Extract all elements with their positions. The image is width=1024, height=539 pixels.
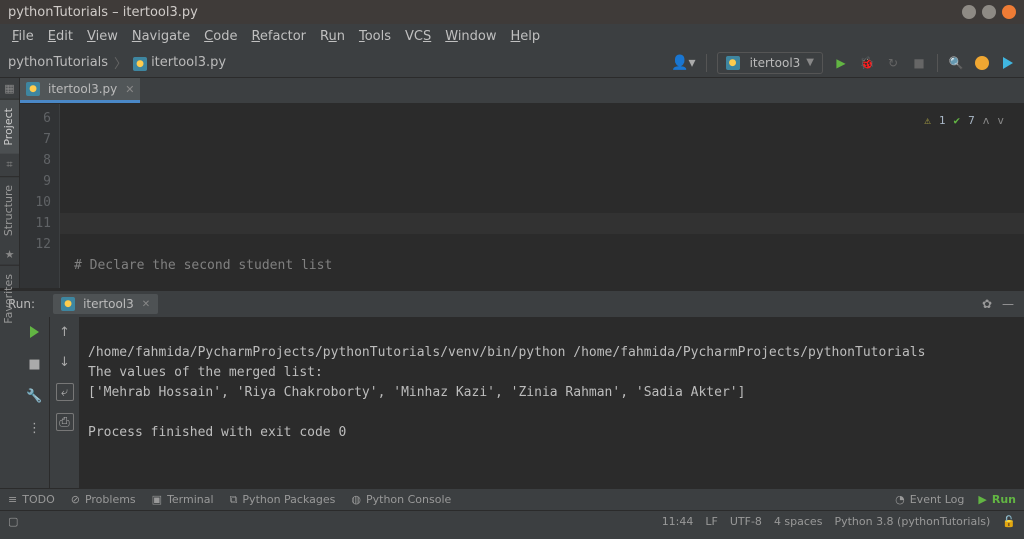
menu-window[interactable]: Window [439, 27, 502, 46]
line-number-gutter: 6789101112 [20, 104, 60, 288]
file-encoding[interactable]: UTF-8 [730, 515, 762, 528]
breadcrumb: pythonTutorials 〉 ●itertool3.py [8, 53, 226, 72]
chevron-down-icon: ▼ [806, 57, 814, 68]
run-hide-icon[interactable]: — [1002, 297, 1014, 311]
window-title: pythonTutorials – itertool3.py [8, 5, 198, 20]
interpreter-widget[interactable]: Python 3.8 (pythonTutorials) [834, 515, 990, 528]
next-highlight-icon[interactable]: v [997, 110, 1004, 131]
speech-bubble-icon: ◔ [895, 493, 905, 506]
run-action-gutter: ■ 🔧 ⋮ [20, 317, 50, 488]
run-button[interactable]: ▶ [833, 55, 849, 71]
problems-tool-button[interactable]: ⊘Problems [71, 493, 136, 506]
menu-help[interactable]: Help [505, 27, 547, 46]
toolbar-separator [937, 54, 938, 72]
run-tool-button[interactable]: ▶Run [978, 493, 1016, 506]
tool-window-toggle-icon[interactable]: ▢ [8, 515, 18, 528]
window-close-button[interactable] [1002, 5, 1016, 19]
menu-vcs[interactable]: VCS [399, 27, 437, 46]
checkmark-icon: ✔ [954, 110, 961, 131]
todo-tool-button[interactable]: ≡TODO [8, 493, 55, 506]
python-file-icon: ● [26, 82, 40, 96]
editor-tab-bar: ● itertool3.py ✕ [20, 78, 1024, 104]
menu-refactor[interactable]: Refactor [245, 27, 312, 46]
toolbar-separator [706, 54, 707, 72]
run-icon: ▶ [978, 493, 986, 506]
run-header: Run: ● itertool3 ✕ ✿ — [0, 291, 1024, 317]
menu-edit[interactable]: Edit [42, 27, 79, 46]
breadcrumb-project[interactable]: pythonTutorials [8, 55, 108, 70]
help-button[interactable] [974, 55, 990, 71]
console-output[interactable]: /home/fahmida/PycharmProjects/pythonTuto… [80, 317, 1024, 488]
run-config-name: itertool3 [750, 56, 801, 70]
search-everywhere-button[interactable]: 🔍 [948, 55, 964, 71]
lock-icon[interactable]: 🔓 [1002, 515, 1016, 528]
run-anything-button[interactable] [1000, 55, 1016, 71]
terminal-icon: ▣ [152, 493, 162, 506]
menu-bar: File Edit View Navigate Code Refactor Ru… [0, 24, 1024, 48]
inspection-widget[interactable]: ⚠1 ✔7 ʌ v [924, 110, 1004, 131]
prev-highlight-icon[interactable]: ʌ [983, 110, 990, 131]
menu-run[interactable]: Run [314, 27, 351, 46]
run-tool-window: Run: ● itertool3 ✕ ✿ — ■ 🔧 ⋮ ↑ ↓ ⤶ ⎙ /ho… [0, 288, 1024, 488]
python-file-icon: ● [726, 56, 740, 70]
python-console-tool-button[interactable]: ◍Python Console [351, 493, 451, 506]
python-icon: ◍ [351, 493, 361, 506]
project-tool-icon[interactable]: ▦ [0, 78, 19, 99]
window-titlebar: pythonTutorials – itertool3.py [0, 0, 1024, 24]
editor-tab-itertool3[interactable]: ● itertool3.py ✕ [20, 78, 140, 103]
run-tab-itertool3[interactable]: ● itertool3 ✕ [53, 294, 158, 314]
breadcrumb-file[interactable]: ●itertool3.py [133, 55, 226, 71]
run-output-gutter: ↑ ↓ ⤶ ⎙ [50, 317, 80, 488]
alert-icon: ⊘ [71, 493, 80, 506]
vertical-dots-icon[interactable]: ⋮ [26, 419, 44, 437]
stop-run-button[interactable]: ■ [26, 355, 44, 373]
structure-tool-icon[interactable]: ⌗ [0, 154, 19, 176]
left-tool-tabs: ▦ Project ⌗ Structure ★ Favorites [0, 78, 20, 288]
down-arrow-icon[interactable]: ↓ [56, 353, 74, 371]
package-icon: ⧉ [230, 493, 238, 507]
code-area[interactable]: ⚠1 ✔7 ʌ v # Declare the second student l… [60, 104, 1024, 288]
close-run-tab-icon[interactable]: ✕ [142, 299, 150, 310]
menu-file[interactable]: File [6, 27, 40, 46]
code-editor[interactable]: 6789101112 ⚠1 ✔7 ʌ v # Declare the secon… [20, 104, 1024, 288]
caret-position[interactable]: 11:44 [662, 515, 694, 528]
navigation-bar: pythonTutorials 〉 ●itertool3.py 👤▾ ● ite… [0, 48, 1024, 78]
add-config-icon[interactable]: 👤▾ [671, 55, 695, 71]
menu-code[interactable]: Code [198, 27, 243, 46]
python-file-icon: ● [61, 297, 75, 311]
window-minimize-button[interactable] [962, 5, 976, 19]
soft-wrap-icon[interactable]: ⤶ [56, 383, 74, 401]
event-log-tool-button[interactable]: ◔Event Log [895, 493, 964, 506]
menu-navigate[interactable]: Navigate [126, 27, 196, 46]
menu-view[interactable]: View [81, 27, 124, 46]
list-icon: ≡ [8, 493, 17, 506]
print-icon[interactable]: ⎙ [56, 413, 74, 431]
line-separator[interactable]: LF [705, 515, 717, 528]
indent-settings[interactable]: 4 spaces [774, 515, 823, 528]
bottom-tool-bar: ≡TODO ⊘Problems ▣Terminal ⧉Python Packag… [0, 488, 1024, 510]
menu-tools[interactable]: Tools [353, 27, 397, 46]
wrench-icon[interactable]: 🔧 [26, 387, 44, 405]
up-arrow-icon[interactable]: ↑ [56, 323, 74, 341]
favorites-tool-tab[interactable]: Favorites [0, 265, 19, 332]
window-maximize-button[interactable] [982, 5, 996, 19]
python-packages-tool-button[interactable]: ⧉Python Packages [230, 493, 336, 507]
terminal-tool-button[interactable]: ▣Terminal [152, 493, 214, 506]
run-config-dropdown[interactable]: ● itertool3 ▼ [717, 52, 823, 74]
breadcrumb-separator-icon: 〉 [114, 53, 127, 72]
run-settings-icon[interactable]: ✿ [982, 297, 992, 311]
close-tab-icon[interactable]: ✕ [125, 83, 134, 96]
attach-button[interactable]: ↻ [885, 55, 901, 71]
rerun-button[interactable] [26, 323, 44, 341]
stop-button[interactable]: ■ [911, 55, 927, 71]
favorites-tool-icon[interactable]: ★ [0, 244, 19, 265]
status-bar: ▢ 11:44 LF UTF-8 4 spaces Python 3.8 (py… [0, 510, 1024, 532]
editor-tab-label: itertool3.py [48, 82, 117, 96]
project-tool-tab[interactable]: Project [0, 99, 19, 154]
structure-tool-tab[interactable]: Structure [0, 176, 19, 244]
warning-icon: ⚠ [924, 110, 931, 131]
debug-button[interactable]: 🐞 [859, 55, 875, 71]
python-file-icon: ● [133, 57, 147, 71]
